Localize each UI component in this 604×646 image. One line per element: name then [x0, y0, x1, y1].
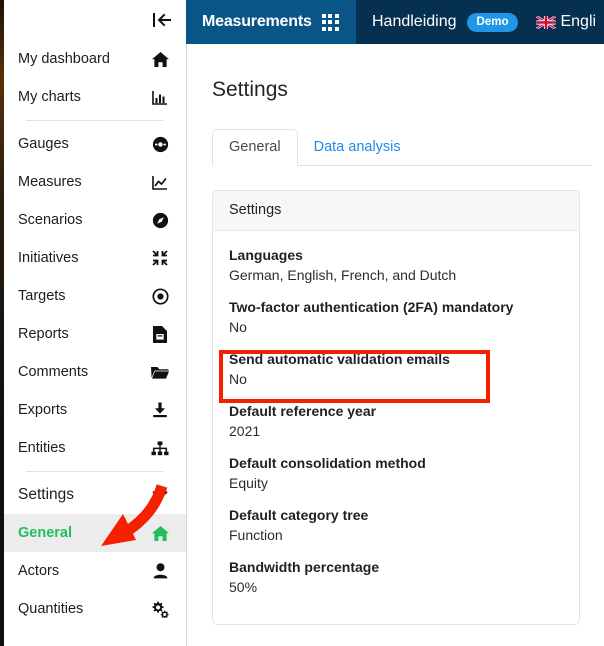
collapse-arrows-icon [150, 248, 170, 268]
settings-card-header: Settings [213, 191, 579, 231]
sidebar-item-my-dashboard[interactable]: My dashboard [4, 40, 186, 78]
sidebar-item-label: Settings [18, 486, 75, 503]
setting-row: Default reference year 2021 [229, 401, 563, 442]
sidebar-separator [26, 120, 164, 121]
sidebar-item-label: My dashboard [18, 51, 110, 67]
setting-key: Bandwidth percentage [229, 559, 380, 575]
sidebar-item-gauges[interactable]: Gauges [4, 125, 186, 163]
sidebar-item-general[interactable]: General [4, 514, 186, 552]
sidebar-item-label: Targets [18, 288, 66, 304]
setting-value: No [229, 371, 247, 387]
chevron-down-icon [150, 485, 170, 505]
gauge-icon [150, 134, 170, 154]
sidebar-item-quantities[interactable]: Quantities [4, 590, 186, 628]
sidebar: My dashboard My charts Gauges Measures S… [4, 0, 187, 646]
download-icon [150, 400, 170, 420]
line-chart-icon [150, 172, 170, 192]
sidebar-item-measures[interactable]: Measures [4, 163, 186, 201]
setting-value: Equity [229, 475, 268, 491]
tab-general[interactable]: General [212, 129, 298, 166]
main-content: Settings General Data analysis Settings … [188, 44, 604, 646]
setting-row: Two-factor authentication (2FA) mandator… [229, 297, 563, 338]
page-title: Settings [212, 78, 288, 101]
setting-key: Two-factor authentication (2FA) mandator… [229, 299, 514, 315]
bar-chart-icon [150, 87, 170, 107]
app-title: Measurements [202, 13, 312, 30]
window-left-edge [0, 0, 4, 646]
setting-row: Default category tree Function [229, 505, 563, 546]
setting-value: German, English, French, and Dutch [229, 267, 457, 283]
setting-row: Bandwidth percentage 50% [229, 557, 563, 598]
setting-value: 50% [229, 579, 258, 595]
sidebar-item-my-charts[interactable]: My charts [4, 78, 186, 116]
sidebar-item-actors[interactable]: Actors [4, 552, 186, 590]
sidebar-item-reports[interactable]: Reports [4, 315, 186, 353]
sidebar-item-comments[interactable]: Comments [4, 353, 186, 391]
setting-key: Default category tree [229, 507, 369, 523]
sidebar-item-label: Exports [18, 402, 68, 418]
setting-value: 2021 [229, 423, 261, 439]
demo-badge: Demo [466, 12, 519, 32]
settings-card-body: Languages German, English, French, and D… [213, 231, 579, 624]
person-icon [150, 561, 170, 581]
gears-icon [150, 599, 170, 619]
sidebar-item-entities[interactable]: Entities [4, 429, 186, 467]
app-header: Measurements Handleiding Demo Engli [186, 0, 604, 44]
collapse-sidebar-icon[interactable] [151, 11, 173, 29]
sidebar-item-label: Initiatives [18, 250, 79, 266]
setting-row: Default consolidation method Equity [229, 453, 563, 494]
setting-key: Default consolidation method [229, 455, 426, 471]
tab-bar: General Data analysis [212, 129, 592, 166]
sidebar-item-targets[interactable]: Targets [4, 277, 186, 315]
target-icon [150, 286, 170, 306]
settings-card: Settings Languages German, English, Fren… [212, 190, 580, 625]
uk-flag-icon [536, 15, 557, 29]
brand-block[interactable]: Measurements [186, 0, 356, 44]
folder-icon [150, 362, 170, 382]
sidebar-item-label: Actors [18, 563, 60, 579]
language-selector[interactable]: Engli [536, 13, 596, 31]
sidebar-item-label: General [18, 525, 72, 541]
setting-key: Languages [229, 247, 303, 263]
setting-value: No [229, 319, 247, 335]
sidebar-item-label: Comments [18, 364, 89, 380]
collapse-row [4, 0, 186, 40]
sidebar-item-initiatives[interactable]: Initiatives [4, 239, 186, 277]
setting-row-highlighted: Send automatic validation emails No [229, 349, 563, 390]
sidebar-item-label: Scenarios [18, 212, 83, 228]
compass-icon [150, 210, 170, 230]
sidebar-item-label: Entities [18, 440, 66, 456]
sidebar-item-scenarios[interactable]: Scenarios [4, 201, 186, 239]
setting-key: Send automatic validation emails [229, 351, 450, 367]
manual-link[interactable]: Handleiding [372, 13, 457, 31]
home-icon [150, 523, 170, 543]
org-tree-icon [150, 438, 170, 458]
document-icon [150, 324, 170, 344]
apps-grid-icon[interactable] [321, 13, 339, 31]
sidebar-separator [26, 471, 164, 472]
language-label: Engli [560, 13, 597, 30]
setting-value: Function [229, 527, 283, 543]
header-nav: Handleiding Demo Engli [356, 0, 604, 44]
tab-data-analysis[interactable]: Data analysis [298, 130, 417, 165]
home-icon [150, 49, 170, 69]
sidebar-item-label: Measures [18, 174, 82, 190]
sidebar-item-settings[interactable]: Settings [4, 476, 186, 514]
sidebar-item-label: Quantities [18, 601, 84, 617]
sidebar-item-exports[interactable]: Exports [4, 391, 186, 429]
setting-row: Languages German, English, French, and D… [229, 245, 563, 286]
sidebar-item-label: Gauges [18, 136, 69, 152]
sidebar-item-label: Reports [18, 326, 69, 342]
setting-key: Default reference year [229, 403, 377, 419]
sidebar-item-label: My charts [18, 89, 81, 105]
